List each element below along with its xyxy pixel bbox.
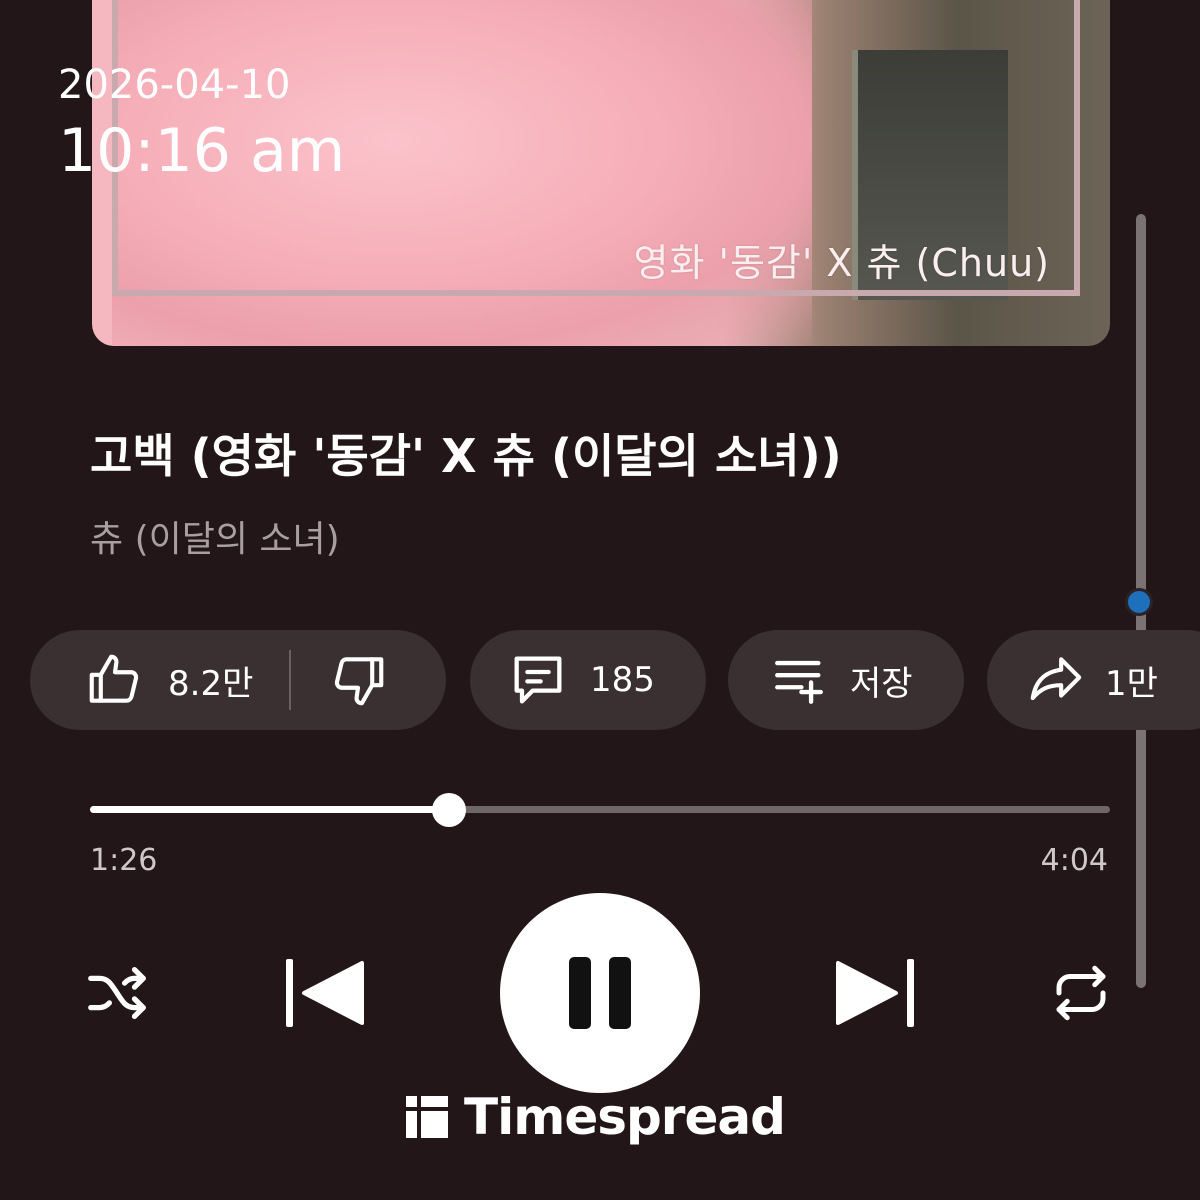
like-count: 8.2만	[168, 663, 254, 704]
dislike-button[interactable]	[327, 649, 389, 711]
comment-count: 185	[590, 660, 655, 700]
album-art-caption: 영화 '동감' X 츄 (Chuu)	[633, 241, 1050, 285]
vertical-scrollbar-thumb[interactable]	[1125, 588, 1153, 616]
pause-button[interactable]	[500, 893, 700, 1093]
shuffle-icon	[88, 967, 146, 1019]
like-divider	[289, 650, 292, 710]
comment-icon	[514, 656, 562, 704]
current-time: 1:26	[90, 843, 158, 878]
skip-next-icon	[836, 959, 914, 1027]
save-label: 저장	[850, 663, 913, 704]
overlay-time: 10:16 am	[58, 116, 346, 186]
like-button[interactable]: 8.2만	[84, 649, 253, 711]
song-title: 고백 (영화 '동감' X 츄 (이달의 소녀))	[90, 429, 842, 483]
save-button[interactable]: 저장	[728, 630, 964, 730]
share-icon	[1030, 657, 1082, 701]
progress-track[interactable]	[90, 793, 1110, 827]
shuffle-button[interactable]	[82, 958, 152, 1028]
next-button[interactable]	[832, 955, 918, 1031]
timespread-watermark: Timespread	[404, 1088, 786, 1146]
thumbs-down-icon	[335, 657, 384, 706]
watermark-text: Timespread	[464, 1088, 786, 1146]
overlay-date: 2026-04-10	[58, 62, 291, 108]
comment-button[interactable]: 185	[470, 630, 706, 730]
share-count: 1만	[1105, 663, 1158, 704]
previous-button[interactable]	[282, 955, 368, 1031]
timespread-logo-icon	[406, 1096, 448, 1138]
thumbs-up-icon	[89, 654, 139, 703]
like-dislike-group: 8.2만	[30, 630, 446, 730]
share-button[interactable]: 1만	[987, 630, 1200, 730]
repeat-button[interactable]	[1046, 958, 1116, 1028]
artist-name[interactable]: 츄 (이달의 소녀)	[90, 510, 340, 562]
playlist-add-icon	[775, 660, 823, 704]
total-time: 4:04	[1040, 843, 1108, 878]
progress-fill	[90, 806, 450, 813]
skip-previous-icon	[286, 959, 364, 1027]
repeat-icon	[1056, 965, 1106, 1021]
progress-knob[interactable]	[432, 793, 467, 827]
pause-icon	[569, 957, 631, 1029]
